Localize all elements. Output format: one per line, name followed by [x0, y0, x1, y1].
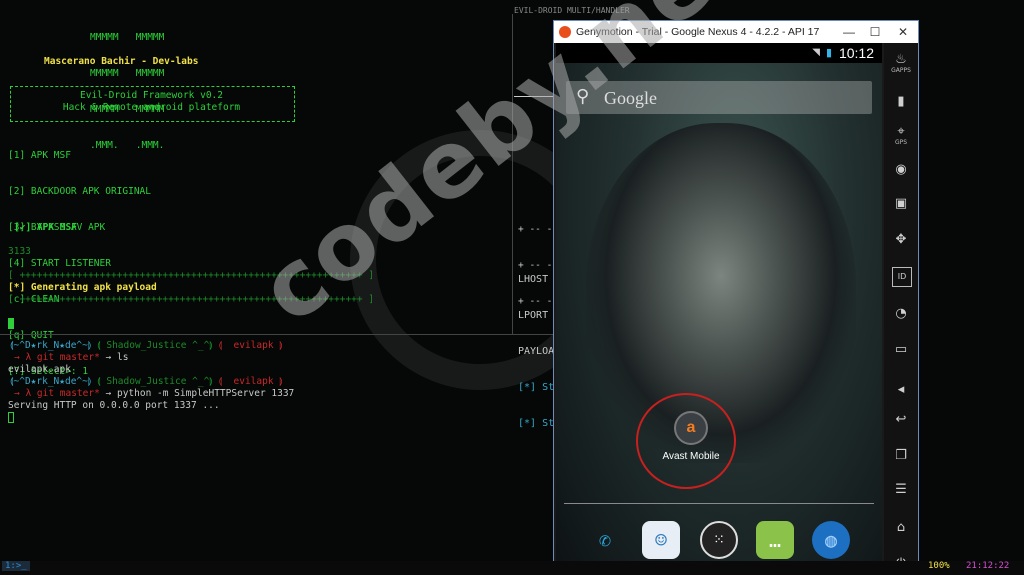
- recent-apps-icon[interactable]: ❐: [892, 447, 910, 465]
- dock-divider: [564, 503, 874, 504]
- generating-status: [*] Generating apk payload: [8, 282, 157, 293]
- android-screen[interactable]: ◥ ▮ 10:12 ⚲ Google a Avast Mobile ✆ ☺ ⁙ …: [556, 43, 882, 574]
- tmux-statusbar: 1:>_ 100% 21:12:22: [0, 561, 1024, 575]
- close-button[interactable]: ✕: [890, 23, 916, 41]
- prompt-user: ⟬~^D★rk_N★de^~⟭: [10, 340, 92, 351]
- remote-control-icon[interactable]: ✥: [892, 231, 910, 249]
- battery-widget-icon[interactable]: ▮: [892, 93, 910, 111]
- menu-item: [2] BACKDOOR APK ORIGINAL: [8, 186, 151, 197]
- prompt-host: ⟬ Shadow_Justice ^_^⟭: [97, 376, 213, 387]
- capture-icon[interactable]: ▣: [892, 195, 910, 213]
- prompt-line: ⟬~^D★rk_N★de^~⟭ ⟬ Shadow_Justice ^_^⟭ ⟬ …: [10, 376, 283, 388]
- handler-line: LPORT: [518, 310, 549, 321]
- command-text: → python -m SimpleHTTPServer 1337: [105, 388, 295, 399]
- cursor-block: [8, 318, 14, 329]
- banner-line: MMMMM MMMMM: [90, 32, 165, 43]
- gapps-label: GAPPS: [891, 67, 911, 74]
- selected-option: [✔] APK MSF: [14, 222, 77, 233]
- framework-title: Evil-Droid Framework v0.2: [80, 90, 223, 101]
- menu-item: [4] START LISTENER: [8, 258, 111, 269]
- maximize-button[interactable]: ☐: [862, 23, 888, 41]
- avast-app-shortcut[interactable]: a Avast Mobile: [651, 411, 731, 462]
- prompt-dir: ⟬ evilapk ⟭: [218, 340, 283, 351]
- framework-subtitle: Hack & Remote android plateform: [62, 102, 241, 113]
- prompt-branch: → λ git master*: [14, 352, 100, 363]
- handler-line: [*] St: [518, 382, 555, 393]
- prompt-line: ⟬~^D★rk_N★de^~⟭ ⟬ Shadow_Justice ^_^⟭ ⟬ …: [10, 340, 283, 352]
- minimize-button[interactable]: —: [836, 23, 862, 41]
- contacts-icon[interactable]: ☺: [642, 521, 680, 559]
- command-output: evilapk.apk: [8, 364, 71, 375]
- port-value: 3133: [8, 246, 31, 257]
- messaging-icon[interactable]: …: [756, 521, 794, 559]
- prompt-branch: → λ git master*: [14, 388, 100, 399]
- prompt-user: ⟬~^D★rk_N★de^~⟭: [10, 376, 92, 387]
- app-label: Avast Mobile: [662, 451, 720, 462]
- network-icon[interactable]: ◔: [892, 305, 910, 323]
- handler-line: [*] St: [518, 418, 555, 429]
- command-text: → ls: [105, 352, 129, 363]
- handler-line: + -- -: [518, 224, 553, 235]
- command-line: → λ git master* → python -m SimpleHTTPSe…: [14, 388, 294, 400]
- banner-line: MMMMM MMMMM: [90, 68, 165, 79]
- handler-options: LHOST LPORT PAYLOA [*] St [*] St: [518, 250, 554, 442]
- device-id-icon[interactable]: ID: [892, 267, 912, 287]
- back-icon[interactable]: ↩: [892, 411, 910, 429]
- camera-icon[interactable]: ◉: [892, 161, 910, 179]
- genymotion-sidebar: ♨ GAPPS ▮ ⌖ GPS ◉ ▣ ✥ ID ◔ ▭ ◂ ↩ ❐ ☰ ⌂ ⏻: [884, 43, 918, 574]
- browser-icon[interactable]: ◍: [812, 521, 850, 559]
- session-indicator: 1:>_: [2, 561, 30, 571]
- home-icon[interactable]: ⌂: [892, 519, 910, 537]
- battery-status: 100%: [928, 561, 950, 571]
- avast-icon: a: [674, 411, 708, 445]
- prompt-host: ⟬ Shadow_Justice ^_^⟭: [97, 340, 213, 351]
- command-output: Serving HTTP on 0.0.0.0 port 1337 ...: [8, 400, 220, 411]
- battery-icon: ▮: [825, 47, 832, 59]
- pane-divider: [0, 334, 553, 335]
- sms-icon[interactable]: ▭: [892, 341, 910, 359]
- handler-line: LHOST: [518, 274, 549, 285]
- menu-item: [1] APK MSF: [8, 150, 71, 161]
- menu-icon[interactable]: ☰: [892, 481, 910, 499]
- volume-icon[interactable]: ◂: [892, 381, 910, 399]
- status-clock: 10:12: [838, 45, 874, 61]
- command-line: → λ git master* → ls: [14, 352, 128, 364]
- cursor-outline: [8, 412, 14, 423]
- phone-icon[interactable]: ✆: [586, 521, 624, 559]
- handler-line: PAYLOA: [518, 346, 555, 357]
- app-drawer-icon[interactable]: ⁙: [700, 521, 738, 559]
- wifi-icon: ◥: [812, 47, 820, 58]
- author-line: Mascerano Bachir - Dev-labs: [44, 56, 199, 67]
- clock-status: 21:12:22: [966, 561, 1010, 571]
- gps-label: GPS: [894, 139, 908, 146]
- prompt-dir: ⟬ evilapk ⟭: [218, 376, 283, 387]
